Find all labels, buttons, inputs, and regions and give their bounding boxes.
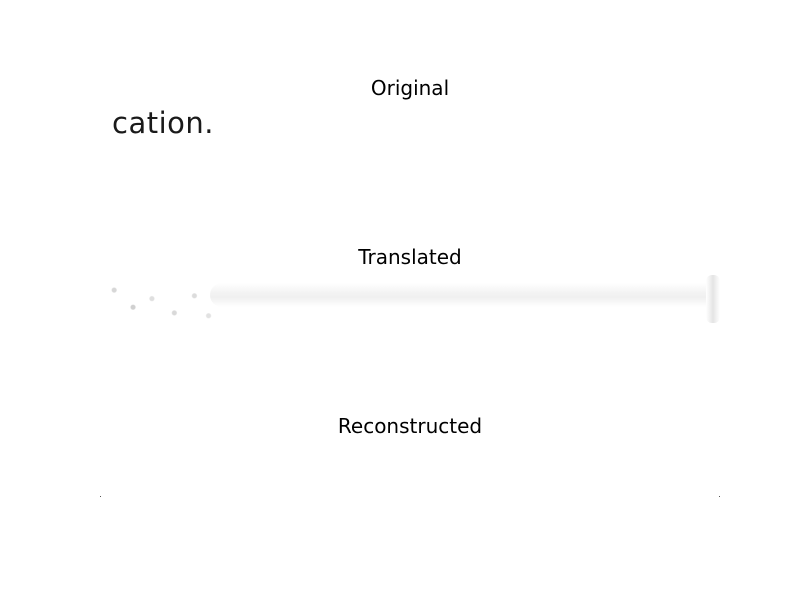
original-image-panel: cation. (100, 104, 720, 161)
figure: Original cation. Translated ​ ​ ​ Recons… (0, 0, 800, 600)
reconstructed-corner-dot (719, 496, 720, 497)
translated-image-panel: ​ ​ ​ (100, 273, 720, 330)
reconstructed-image-panel (100, 442, 720, 499)
original-image-text: cation. (112, 106, 214, 140)
original-panel-title: Original (370, 76, 450, 100)
reconstructed-panel-title: Reconstructed (337, 414, 483, 438)
translated-panel-title: Translated (358, 245, 462, 269)
reconstructed-corner-dot (100, 496, 101, 497)
translated-noisy-glyphs: ​ ​ ​ (100, 273, 218, 330)
translated-smear-band (210, 283, 715, 307)
translated-noise-speckle (100, 273, 218, 330)
translated-smear-end (706, 275, 720, 323)
